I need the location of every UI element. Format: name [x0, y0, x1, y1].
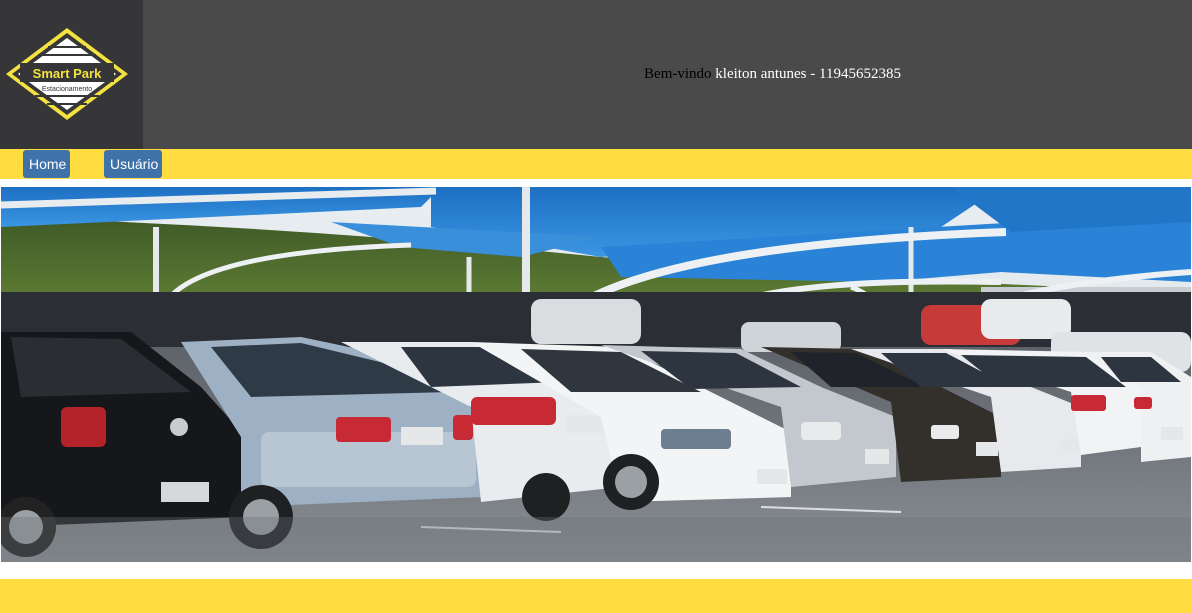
welcome-message: Bem-vindo kleiton antunes - 11945652385	[600, 64, 945, 84]
logo[interactable]: Smart Park Estacionamento	[0, 0, 143, 149]
welcome-separator: -	[806, 66, 820, 82]
site-header: Smart Park Estacionamento Bem-vindo klei…	[0, 0, 1192, 149]
main-nav: Home Usuário	[0, 149, 1192, 179]
nav-user-button[interactable]: Usuário	[104, 150, 162, 178]
nav-home-button[interactable]: Home	[23, 150, 70, 178]
footer-bar	[0, 579, 1192, 613]
logo-subtitle: Estacionamento	[42, 86, 92, 93]
welcome-greeting: Bem-vindo	[644, 66, 712, 82]
logo-title: Smart Park	[33, 66, 102, 81]
welcome-phone: 11945652385	[819, 66, 901, 82]
welcome-user-name: kleiton antunes	[715, 66, 807, 82]
smart-park-logo-icon: Smart Park Estacionamento	[6, 28, 128, 120]
parking-lot-photo-icon	[1, 187, 1191, 562]
hero-image	[1, 187, 1191, 562]
